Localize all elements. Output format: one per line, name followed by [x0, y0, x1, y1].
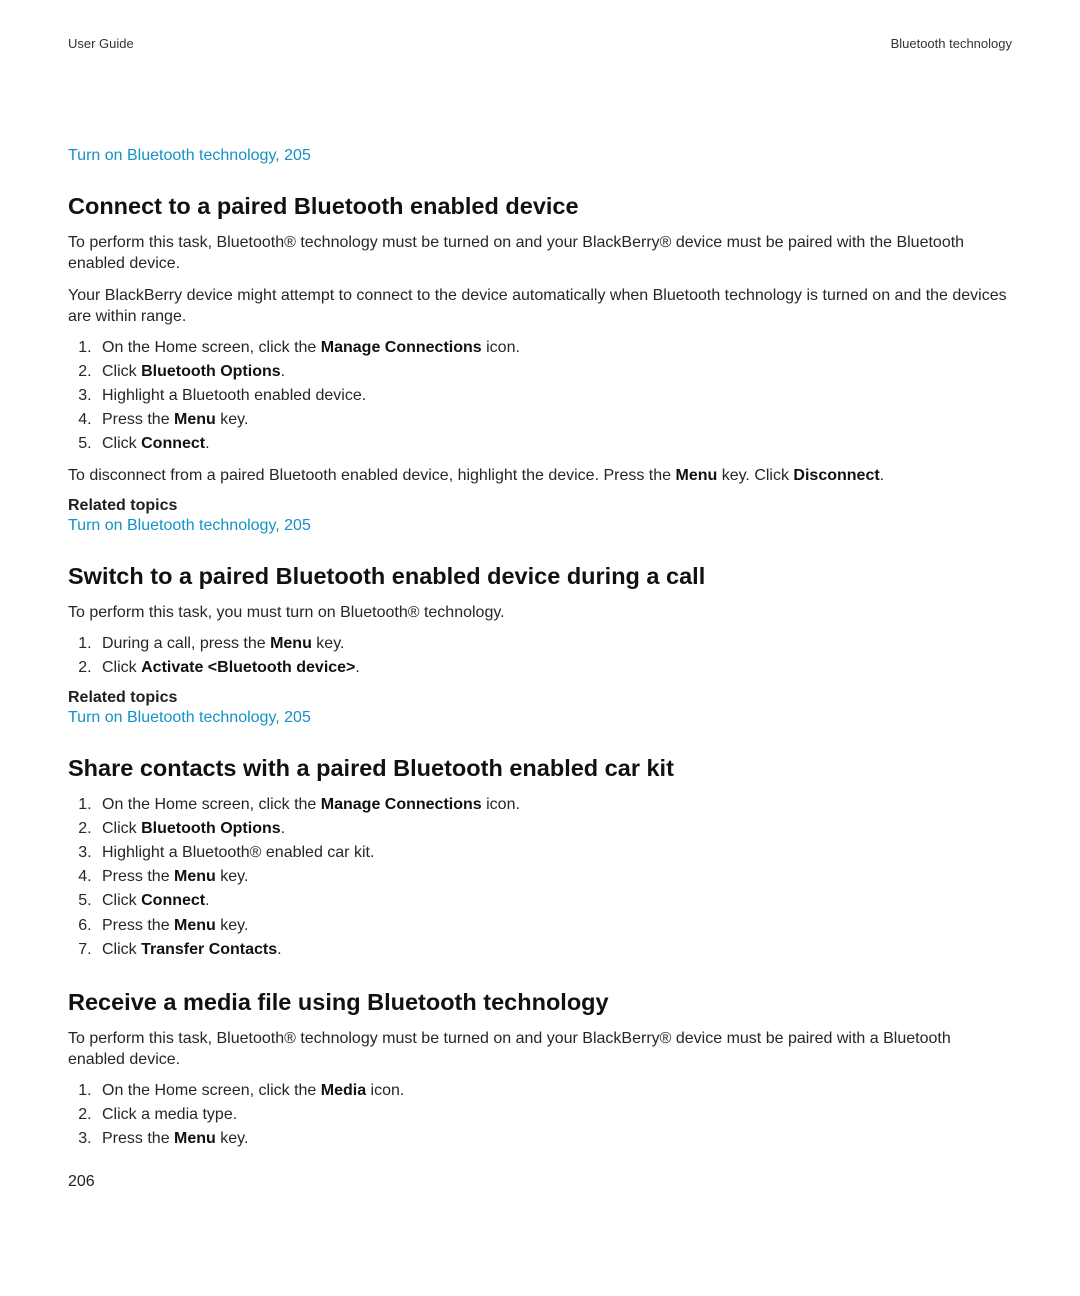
sec4-steps: On the Home screen, click the Media icon…: [68, 1080, 1012, 1150]
list-item: Press the Menu key.: [96, 409, 1012, 431]
sec1-steps: On the Home screen, click the Manage Con…: [68, 337, 1012, 455]
list-item: On the Home screen, click the Manage Con…: [96, 794, 1012, 816]
list-item: Highlight a Bluetooth enabled device.: [96, 385, 1012, 407]
list-item: During a call, press the Menu key.: [96, 633, 1012, 655]
list-item: Click a media type.: [96, 1104, 1012, 1126]
header-left: User Guide: [68, 36, 134, 51]
list-item: Click Transfer Contacts.: [96, 939, 1012, 961]
list-item: Highlight a Bluetooth® enabled car kit.: [96, 842, 1012, 864]
sec4-intro: To perform this task, Bluetooth® technol…: [68, 1028, 1012, 1071]
sec4-title: Receive a media file using Bluetooth tec…: [68, 989, 1012, 1016]
sec3-steps: On the Home screen, click the Manage Con…: [68, 794, 1012, 961]
list-item: On the Home screen, click the Media icon…: [96, 1080, 1012, 1102]
sec1-related-link[interactable]: Turn on Bluetooth technology, 205: [68, 517, 311, 534]
list-item: Press the Menu key.: [96, 915, 1012, 937]
sec2-intro: To perform this task, you must turn on B…: [68, 602, 1012, 623]
list-item: Click Bluetooth Options.: [96, 361, 1012, 383]
sec3-title: Share contacts with a paired Bluetooth e…: [68, 755, 1012, 782]
list-item: Click Bluetooth Options.: [96, 818, 1012, 840]
running-header: User Guide Bluetooth technology: [68, 36, 1012, 51]
sec2-steps: During a call, press the Menu key. Click…: [68, 633, 1012, 679]
list-item: On the Home screen, click the Manage Con…: [96, 337, 1012, 359]
sec1-after: To disconnect from a paired Bluetooth en…: [68, 465, 1012, 486]
sec1-intro1: To perform this task, Bluetooth® technol…: [68, 232, 1012, 275]
sec2-related-heading: Related topics: [68, 689, 1012, 707]
list-item: Press the Menu key.: [96, 1128, 1012, 1150]
sec2-title: Switch to a paired Bluetooth enabled dev…: [68, 563, 1012, 590]
page: User Guide Bluetooth technology Turn on …: [0, 0, 1080, 1296]
sec1-intro2: Your BlackBerry device might attempt to …: [68, 285, 1012, 328]
top-crossref-link[interactable]: Turn on Bluetooth technology, 205: [68, 147, 311, 164]
sec2-related-link[interactable]: Turn on Bluetooth technology, 205: [68, 709, 311, 726]
list-item: Press the Menu key.: [96, 866, 1012, 888]
list-item: Click Connect.: [96, 433, 1012, 455]
list-item: Click Connect.: [96, 890, 1012, 912]
sec1-title: Connect to a paired Bluetooth enabled de…: [68, 193, 1012, 220]
sec1-related-heading: Related topics: [68, 497, 1012, 515]
page-number: 206: [68, 1173, 95, 1191]
list-item: Click Activate <Bluetooth device>.: [96, 657, 1012, 679]
header-right: Bluetooth technology: [891, 36, 1012, 51]
